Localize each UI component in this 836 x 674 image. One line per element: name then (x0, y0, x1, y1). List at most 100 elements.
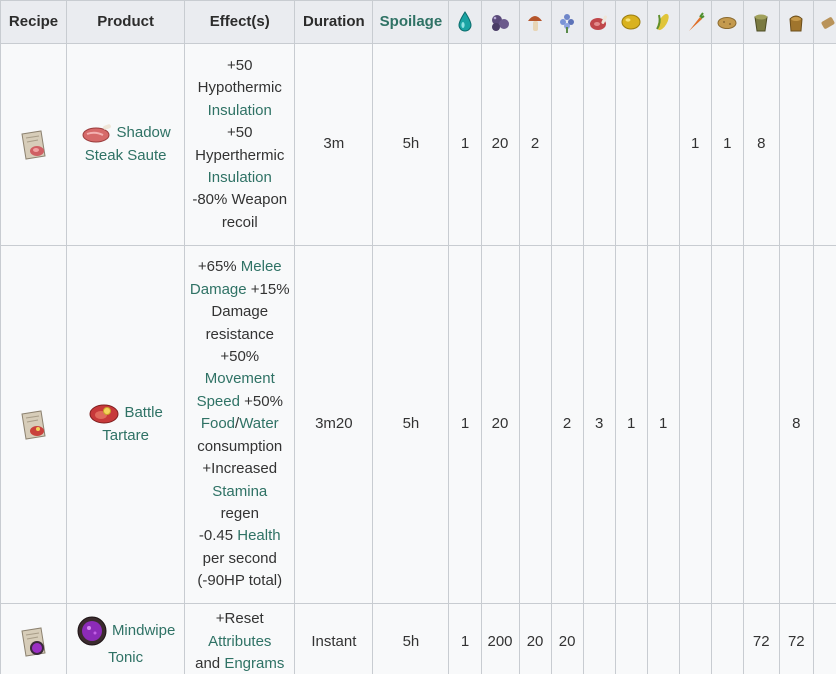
product-link[interactable]: Tonic (108, 649, 143, 666)
amount-cell: 1 (448, 603, 482, 674)
col-header-fertilizer[interactable] (742, 0, 780, 44)
effect-line: +Reset (189, 608, 290, 630)
mindwipe-tonic-icon (77, 616, 107, 646)
effect-text: +15% (246, 280, 290, 298)
col-header-water[interactable] (448, 0, 482, 44)
product-link[interactable]: Steak Saute (85, 147, 167, 164)
amount-cell: 72 (778, 603, 814, 674)
potato-icon (717, 17, 737, 29)
amount-cell: 20 (480, 245, 520, 604)
effect-link[interactable]: Stamina (212, 483, 267, 500)
amount-cell: 1 (646, 245, 680, 604)
effect-link[interactable]: Insulation (189, 167, 290, 189)
amount-cell (550, 43, 584, 246)
effect-link[interactable]: Water (239, 415, 278, 432)
effect-line: Damage +15% (189, 279, 290, 301)
berries-icon (492, 15, 510, 31)
amount-cell: 1 (448, 43, 482, 246)
amount-cell (582, 603, 616, 674)
effect-text: +50% (239, 392, 283, 410)
effect-link[interactable]: Insulation (189, 100, 290, 122)
amount-cell: 200 (480, 603, 520, 674)
col-header-mushroom[interactable] (518, 0, 552, 44)
amount-cell: 2 (550, 245, 584, 604)
effect-link[interactable]: Engrams (224, 655, 284, 672)
effect-text: consumption (197, 437, 283, 455)
water-drop-icon (458, 11, 472, 32)
effect-link[interactable]: Attributes (208, 633, 271, 650)
tool-icon (821, 17, 835, 29)
effect-line: Attributes (189, 631, 290, 653)
duration-cell: Instant (294, 603, 374, 674)
recipe-cell[interactable] (0, 43, 68, 246)
amount-cell: 8 (742, 43, 780, 246)
col-header-raw-meat[interactable] (582, 0, 616, 44)
spoilage-cell: 5h (372, 603, 450, 674)
table-row: Battle Tartare +65% Melee Damage +15% Dam… (0, 245, 836, 604)
effect-link[interactable]: Health (237, 527, 280, 544)
effect-line: +50 (227, 124, 253, 142)
product-link[interactable]: Tartare (102, 427, 149, 444)
col-header-potato[interactable] (710, 0, 744, 44)
recipe-note-icon (20, 409, 46, 440)
steak-saute-icon (82, 124, 111, 143)
effect-line: Stamina (189, 481, 290, 503)
effect-line: Damage (189, 301, 290, 323)
effect-link[interactable]: Movement (205, 370, 275, 387)
effect-line: regen (189, 503, 290, 525)
col-header-corn[interactable] (646, 0, 680, 44)
amount-cell: 72 (742, 603, 780, 674)
effects-cell: +Reset Attributes and Engrams (184, 603, 296, 674)
col-header-tool[interactable] (812, 0, 836, 44)
amount-cell (646, 603, 680, 674)
product-link[interactable]: Battle (124, 404, 162, 421)
effect-text: regen (220, 504, 259, 522)
col-header-recipe[interactable]: Recipe (0, 0, 68, 44)
seed-bag-icon (789, 15, 803, 32)
recipe-note-icon (20, 627, 46, 657)
effect-line: +65% Melee (189, 256, 290, 278)
effect-line: Hypothermic (197, 79, 282, 97)
effect-link[interactable]: Damage (190, 281, 247, 298)
effect-link[interactable]: Melee (241, 258, 282, 275)
amount-cell: 1 (678, 43, 712, 246)
effect-text: (-90HP total) (197, 572, 283, 590)
effect-line: Movement (189, 368, 290, 390)
col-header-carrot[interactable] (678, 0, 712, 44)
effect-line: recoil (221, 213, 258, 231)
col-header-lemon[interactable] (614, 0, 648, 44)
col-header-spoilage[interactable]: Spoilage (372, 0, 450, 44)
effect-line: -0.45 Health (189, 525, 290, 547)
effect-line: consumption (189, 436, 290, 458)
amount-cell (614, 603, 648, 674)
effect-text: -0.45 (198, 527, 238, 545)
effect-line: resistance (189, 324, 290, 346)
effect-line: Speed +50% (189, 391, 290, 413)
amount-cell (812, 43, 836, 246)
amount-cell: 20 (518, 603, 552, 674)
spoilage-cell: 5h (372, 245, 450, 604)
recipe-cell[interactable] (0, 245, 68, 604)
effect-link[interactable]: Speed (197, 393, 240, 410)
header-row: Recipe Product Effect(s) Duration Spoila… (0, 0, 836, 44)
amount-cell (646, 43, 680, 246)
col-header-effects[interactable]: Effect(s) (184, 0, 296, 44)
table-row: Mindwipe Tonic +Reset Attributes and Engr… (0, 603, 836, 674)
recipe-cell[interactable] (0, 603, 68, 674)
col-header-berries[interactable] (480, 0, 520, 44)
product-link[interactable]: Shadow (117, 124, 171, 141)
effect-line: and Engrams (189, 653, 290, 674)
col-header-seed-bag[interactable] (778, 0, 814, 44)
amount-cell: 20 (480, 43, 520, 246)
col-header-product[interactable]: Product (66, 0, 186, 44)
corn-icon (656, 13, 669, 31)
amount-cell (518, 245, 552, 604)
recipe-note-icon (20, 129, 46, 160)
col-header-duration[interactable]: Duration (294, 0, 374, 44)
amount-cell: 1 (710, 43, 744, 246)
carrot-icon (689, 12, 705, 31)
product-link[interactable]: Mindwipe (112, 622, 175, 639)
amount-cell (710, 245, 744, 604)
col-header-flower[interactable] (550, 0, 584, 44)
effect-link[interactable]: Food (201, 415, 235, 432)
